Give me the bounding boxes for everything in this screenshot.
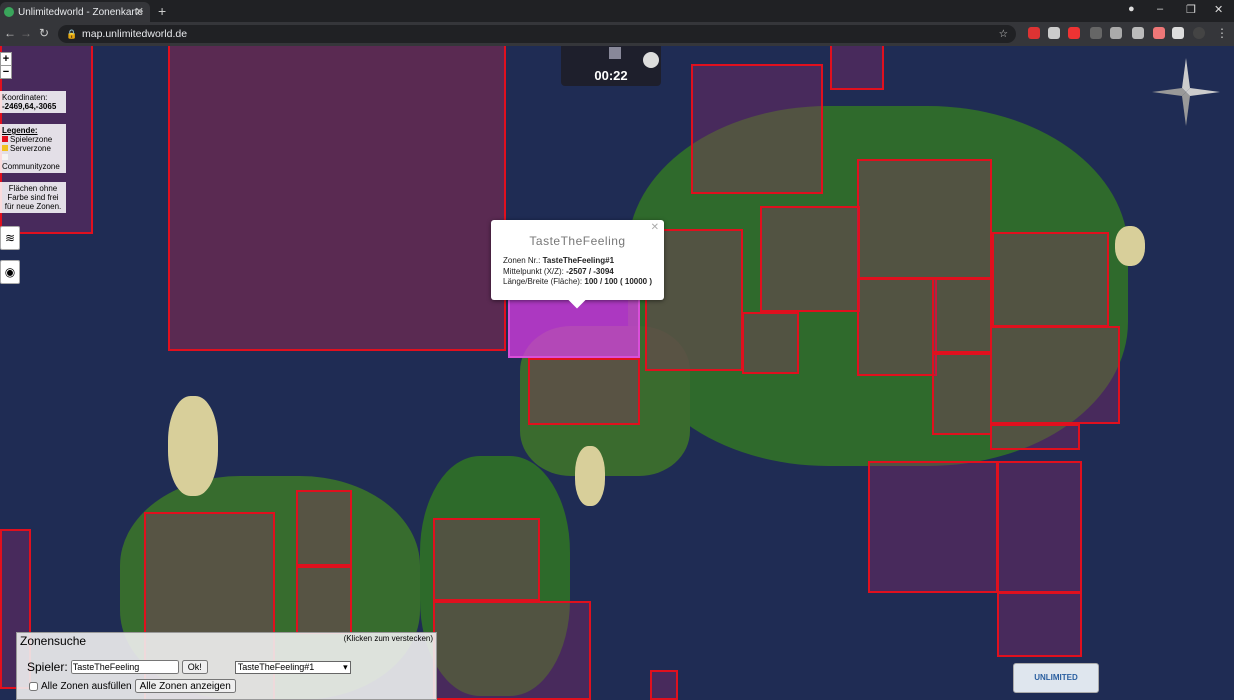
legend-item: Serverzone <box>2 144 64 153</box>
legend: Legende: Spielerzone Serverzone Communit… <box>0 124 66 173</box>
zone[interactable] <box>168 46 506 351</box>
legend-title: Legende: <box>2 126 38 135</box>
beach <box>1115 226 1145 266</box>
back-icon[interactable]: ← <box>4 26 16 40</box>
zone[interactable] <box>650 670 678 700</box>
chevron-down-icon: ▾ <box>343 661 348 672</box>
avatar[interactable] <box>1193 27 1205 39</box>
reload-icon[interactable]: ↻ <box>39 26 49 40</box>
player-label: Spieler: <box>27 660 68 674</box>
browser-tab[interactable]: Unlimitedworld - Zonenkarte ✕ <box>0 2 150 22</box>
legend-item: Communityzone <box>2 153 64 171</box>
close-window-icon[interactable]: ✕ <box>1214 3 1223 16</box>
center-row: Mittelpunkt (X/Z): -2507 / -3094 <box>503 266 614 276</box>
compass-icon <box>1152 58 1220 126</box>
fill-all-checkbox[interactable] <box>29 681 38 691</box>
extension-icon[interactable] <box>1068 27 1080 39</box>
zone-map[interactable]: + − Koordinaten: -2469,64,-3065 Legende:… <box>0 46 1234 700</box>
extension-icon[interactable] <box>1153 27 1165 39</box>
red-swatch-icon <box>2 136 8 142</box>
size-row: Länge/Breite (Fläche): 100 / 100 ( 10000… <box>503 277 652 286</box>
zone[interactable] <box>932 353 992 435</box>
zone-search-panel: Zonensuche (Klicken zum verstecken) Spie… <box>16 632 437 700</box>
favicon-icon <box>4 7 14 17</box>
clock-time: 00:22 <box>594 68 628 83</box>
puzzle-icon[interactable] <box>1172 27 1184 39</box>
zone[interactable] <box>433 601 591 700</box>
compass-toggle-icon[interactable]: ◉ <box>0 260 20 284</box>
zone[interactable] <box>992 232 1109 327</box>
menu-icon[interactable]: ⋮ <box>1216 26 1228 40</box>
search-title: Zonensuche <box>20 634 87 648</box>
zone[interactable] <box>857 278 937 376</box>
extension-icon[interactable] <box>1048 27 1060 39</box>
address-bar[interactable]: 🔒 map.unlimitedworld.de ☆ <box>58 25 1016 43</box>
legend-item: Spielerzone <box>2 135 64 144</box>
legend-note: Flächen ohne Farbe sind frei für neue Zo… <box>0 182 66 213</box>
new-tab-icon[interactable]: + <box>158 3 166 19</box>
zone[interactable] <box>760 206 860 312</box>
zoom-out-button[interactable]: − <box>1 65 11 78</box>
zone[interactable] <box>990 424 1080 450</box>
zoom-in-button[interactable]: + <box>1 53 11 65</box>
zone[interactable] <box>857 159 992 279</box>
coordinates-label: Koordinaten: <box>2 93 48 102</box>
zone[interactable] <box>296 490 352 566</box>
maximize-icon[interactable]: ❐ <box>1186 3 1196 16</box>
white-swatch-icon <box>2 154 8 160</box>
close-popup-icon[interactable]: ✕ <box>651 222 659 233</box>
zone[interactable] <box>990 326 1120 424</box>
zone[interactable] <box>997 461 1082 593</box>
zone[interactable] <box>691 64 823 194</box>
browser-toolbar: ← → ↻ 🔒 map.unlimitedworld.de ☆ ⋮ <box>0 22 1234 46</box>
popup-title: TasteTheFeeling <box>529 234 626 248</box>
coordinates-value: -2469,64,-3065 <box>2 102 57 111</box>
adblock-icon[interactable] <box>1028 27 1040 39</box>
zone[interactable] <box>433 518 540 601</box>
url-text: map.unlimitedworld.de <box>82 28 188 40</box>
zone[interactable] <box>932 278 992 353</box>
moon-icon <box>643 52 659 68</box>
game-clock: 00:22 <box>561 46 661 86</box>
zone[interactable] <box>742 312 799 374</box>
star-icon[interactable]: ☆ <box>999 25 1008 43</box>
layers-icon[interactable]: ≋ <box>0 226 20 250</box>
zone-select[interactable]: TasteTheFeeling#1 ▾ <box>234 660 351 674</box>
zone-number-row: Zonen Nr.: TasteTheFeeling#1 <box>503 256 615 265</box>
lock-icon: 🔒 <box>66 29 78 39</box>
forward-icon[interactable]: → <box>20 26 32 40</box>
extension-icon[interactable] <box>1110 27 1122 39</box>
minimize-icon[interactable]: – <box>1157 3 1163 15</box>
extension-icon[interactable] <box>1132 27 1144 39</box>
ok-button[interactable]: Ok! <box>181 660 208 674</box>
beach <box>168 396 218 496</box>
show-all-button[interactable]: Alle Zonen anzeigen <box>134 679 236 693</box>
tab-title: Unlimitedworld - Zonenkarte <box>18 6 144 18</box>
tab-bar: Unlimitedworld - Zonenkarte ✕ + ● – ❐ ✕ <box>0 0 1234 22</box>
profile-icon[interactable]: ● <box>1128 3 1135 15</box>
player-input[interactable] <box>70 660 179 674</box>
yellow-swatch-icon <box>2 145 8 151</box>
zone[interactable] <box>296 566 352 634</box>
zone[interactable] <box>997 592 1082 657</box>
coordinates-panel: Koordinaten: -2469,64,-3065 <box>0 91 66 113</box>
beach <box>575 446 605 506</box>
zone[interactable] <box>868 461 998 593</box>
weather-icon <box>609 47 621 59</box>
zone[interactable] <box>528 358 640 425</box>
zone-info-popup: ✕ TasteTheFeeling Zonen Nr.: TasteTheFee… <box>491 220 664 309</box>
close-tab-icon[interactable]: ✕ <box>135 5 144 18</box>
hide-hint[interactable]: (Klicken zum verstecken) <box>344 634 433 643</box>
extension-icon[interactable] <box>1090 27 1102 39</box>
zone[interactable] <box>830 46 884 90</box>
unlimitedworld-logo[interactable]: UNLIMITED WORLD.DE <box>1013 663 1099 693</box>
zoom-control: + − <box>0 52 12 79</box>
fill-all-label: Alle Zonen ausfüllen <box>41 680 132 692</box>
